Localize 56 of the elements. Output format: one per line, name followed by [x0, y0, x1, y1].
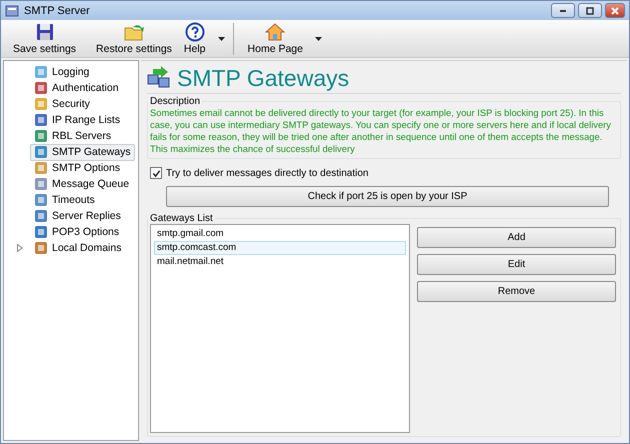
- close-button[interactable]: [605, 3, 625, 18]
- checkbox-label: Try to deliver messages directly to destination: [166, 168, 368, 178]
- toolbar-button[interactable]: Home Page: [242, 22, 309, 55]
- dropdown-arrow-icon[interactable]: [314, 36, 322, 40]
- sidebar-item[interactable]: Logging: [30, 64, 94, 80]
- toolbar-button[interactable]: Save settings: [7, 22, 90, 55]
- toolbar-button[interactable]: Help: [178, 22, 212, 55]
- list-button[interactable]: Add: [417, 227, 616, 248]
- dropdown-arrow-icon[interactable]: [218, 36, 225, 40]
- sidebar-item[interactable]: Local Domains: [30, 240, 126, 256]
- list-button[interactable]: Remove: [417, 281, 616, 302]
- maximize-icon: [585, 6, 595, 16]
- expand-arrow-icon[interactable]: [16, 244, 24, 252]
- toolbar-button[interactable]: Restore settings: [90, 22, 178, 55]
- sidebar-item[interactable]: SMTP Options: [30, 160, 124, 176]
- list-item[interactable]: mail.netmail.net: [154, 255, 406, 269]
- sidebar-item[interactable]: Security: [30, 96, 94, 112]
- sidebar-item[interactable]: SMTP Gateways: [30, 144, 135, 160]
- category-icon: [34, 225, 48, 239]
- category-icon: [34, 209, 48, 223]
- category-icon: [34, 177, 48, 191]
- category-icon: [34, 81, 48, 95]
- category-icon: [34, 193, 48, 207]
- sidebar-item[interactable]: POP3 Options: [30, 224, 124, 240]
- sidebar-item[interactable]: Message Queue: [30, 176, 134, 192]
- minimize-button[interactable]: [551, 3, 575, 18]
- list-button[interactable]: Edit: [417, 254, 616, 275]
- sidebar-item[interactable]: Timeouts: [30, 192, 99, 208]
- sidebar-item[interactable]: IP Range Lists: [30, 112, 124, 128]
- sidebar-item[interactable]: Server Replies: [30, 208, 125, 224]
- category-icon: [34, 145, 48, 159]
- description-text: Sometimes email cannot be delivered directly to your target (for example, your ISP is blocking port 25). In this case, you can use intermediary SMTP gateways. You can specify one or more servers here and if local delivery fails for some reason, they will be tried one after another in sequence until one of them accepts the message. This maximizes the chance of successful delivery: [150, 107, 612, 155]
- app-icon: [5, 4, 19, 18]
- category-icon: [34, 113, 48, 127]
- sidebar-item[interactable]: RBL Servers: [30, 128, 116, 144]
- close-icon: [610, 6, 620, 16]
- page-title: SMTP Gateways: [177, 64, 350, 92]
- sidebar-item[interactable]: Authentication: [30, 80, 123, 96]
- group-label: Description: [149, 96, 202, 107]
- group-label: Gateways List: [149, 213, 214, 224]
- category-icon: [34, 241, 48, 255]
- window-title: SMTP Server: [24, 4, 90, 16]
- folder-arrow-icon: [124, 22, 144, 42]
- category-icon: [34, 161, 48, 175]
- maximize-button[interactable]: [578, 3, 602, 18]
- list-item[interactable]: smtp.comcast.com: [154, 241, 406, 255]
- house-icon: [265, 22, 286, 42]
- list-item[interactable]: smtp.gmail.com: [154, 227, 406, 241]
- help-icon: [184, 22, 205, 42]
- category-icon: [34, 65, 48, 79]
- check-port-button[interactable]: Check if port 25 is open by your ISP: [166, 186, 609, 207]
- checkbox[interactable]: [150, 167, 162, 179]
- category-icon: [34, 97, 48, 111]
- category-icon: [34, 129, 48, 143]
- minimize-icon: [560, 10, 566, 12]
- gateway-icon: [147, 66, 171, 90]
